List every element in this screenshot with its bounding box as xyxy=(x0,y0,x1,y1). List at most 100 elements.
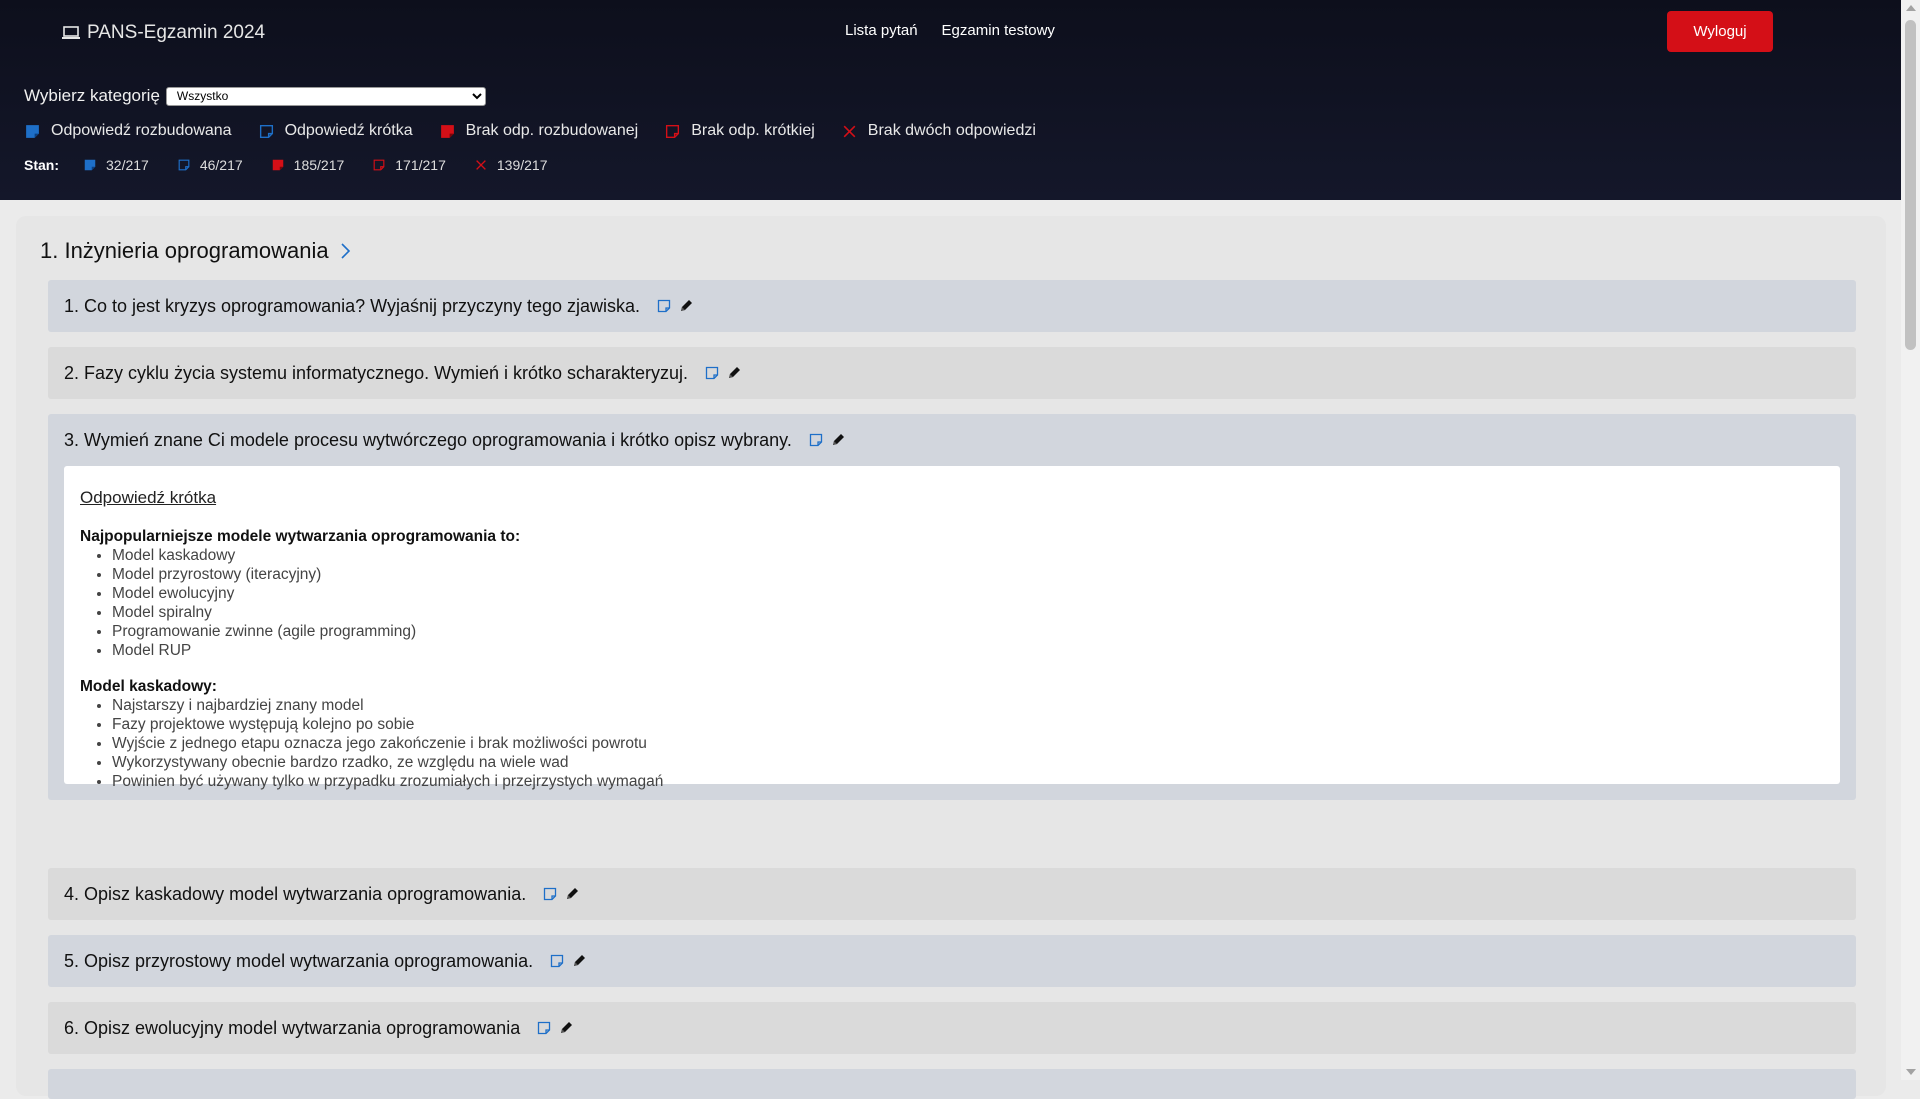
outline-blue-note-icon[interactable] xyxy=(808,432,824,448)
question-item: 2. Fazy cyklu życia systemu informatyczn… xyxy=(48,347,1856,399)
filled-red-note-icon xyxy=(439,123,456,140)
question-icons xyxy=(536,1020,574,1036)
outline-red-note-icon xyxy=(664,123,681,140)
question-header[interactable]: 2. Fazy cyklu życia systemu informatyczn… xyxy=(48,347,1856,399)
list-item: Najstarszy i najbardziej znany model xyxy=(112,696,1824,715)
answer-list: Najstarszy i najbardziej znany model Faz… xyxy=(80,696,1824,791)
top-navbar: PANS-Egzamin 2024 Lista pytań Egzamin te… xyxy=(0,0,1901,200)
legend-label: Brak odp. krótkiej xyxy=(691,122,815,139)
outline-blue-note-icon[interactable] xyxy=(704,365,720,381)
question-header[interactable]: 5. Opisz przyrostowy model wytwarzania o… xyxy=(48,935,1856,987)
page-scrollbar[interactable] xyxy=(1901,0,1920,1080)
main-nav: Lista pytań Egzamin testowy xyxy=(845,22,1055,39)
outline-blue-note-icon xyxy=(177,158,191,172)
status-missing-both: 139/217 xyxy=(474,157,548,173)
section-title: 1. Inżynieria oprogramowania xyxy=(40,238,329,263)
question-list-panel: 1. Inżynieria oprogramowania 1. Co to je… xyxy=(16,216,1886,1099)
question-text: 6. Opisz ewolucyjny model wytwarzania op… xyxy=(64,1017,521,1038)
list-item: Model przyrostowy (iteracyjny) xyxy=(112,565,1824,584)
question-item: 5. Opisz przyrostowy model wytwarzania o… xyxy=(48,935,1856,987)
status-value: 32/217 xyxy=(106,157,149,173)
red-x-icon xyxy=(841,123,858,140)
list-item: Powinien być używany tylko w przypadku z… xyxy=(112,772,1824,791)
outline-blue-note-icon[interactable] xyxy=(656,298,672,314)
filled-blue-note-icon xyxy=(24,123,41,140)
answer-title[interactable]: Odpowiedź krótka xyxy=(80,488,1824,508)
status-extended: 32/217 xyxy=(83,157,149,173)
legend-item-missing-short: Brak odp. krótkiej xyxy=(664,122,815,140)
legend-item-missing-extended: Brak odp. rozbudowanej xyxy=(439,122,639,140)
outline-blue-note-icon xyxy=(258,123,275,140)
question-icons xyxy=(549,953,587,969)
legend-item-short: Odpowiedź krótka xyxy=(258,122,413,140)
outline-blue-note-icon[interactable] xyxy=(536,1020,552,1036)
status-value: 139/217 xyxy=(496,157,548,173)
category-filter: Wybierz kategorię Wszystko xyxy=(24,86,486,106)
scrollbar-thumb[interactable] xyxy=(1905,20,1916,350)
question-text: 3. Wymień znane Ci modele procesu wytwór… xyxy=(64,429,792,450)
question-item: 4. Opisz kaskadowy model wytwarzania opr… xyxy=(48,868,1856,920)
list-item: Model RUP xyxy=(112,641,1824,660)
pencil-icon[interactable] xyxy=(726,365,742,381)
question-icons xyxy=(704,365,742,381)
list-item: Programowanie zwinne (agile programming) xyxy=(112,622,1824,641)
scroll-up-icon[interactable] xyxy=(1906,5,1916,11)
brand[interactable]: PANS-Egzamin 2024 xyxy=(61,21,265,45)
legend-label: Brak odp. rozbudowanej xyxy=(465,122,639,139)
list-item: Model kaskadowy xyxy=(112,546,1824,565)
status-bar: Stan: 32/217 46/217 185/217 171/217 139/… xyxy=(24,157,547,173)
logout-button[interactable]: Wyloguj xyxy=(1667,11,1773,52)
answer-heading: Model kaskadowy: xyxy=(80,678,217,695)
list-item: Model ewolucyjny xyxy=(112,584,1824,603)
question-icons xyxy=(808,432,846,448)
question-icons xyxy=(656,298,694,314)
legend-label: Odpowiedź rozbudowana xyxy=(51,122,232,139)
legend-label: Odpowiedź krótka xyxy=(284,122,413,139)
status-value: 185/217 xyxy=(293,157,345,173)
answer-heading: Najpopularniejsze modele wytwarzania opr… xyxy=(80,528,521,545)
status-short: 46/217 xyxy=(177,157,243,173)
question-header[interactable]: 4. Opisz kaskadowy model wytwarzania opr… xyxy=(48,868,1856,920)
question-header[interactable]: 1. Co to jest kryzys oprogramowania? Wyj… xyxy=(48,280,1856,332)
status-value: 171/217 xyxy=(395,157,446,173)
list-item: Wyjście z jednego etapu oznacza jego zak… xyxy=(112,734,1824,753)
category-label: Wybierz kategorię xyxy=(24,86,160,105)
list-item: Wykorzystywany obecnie bardzo rzadko, ze… xyxy=(112,753,1824,772)
question-item: 6. Opisz ewolucyjny model wytwarzania op… xyxy=(48,1002,1856,1054)
status-value: 46/217 xyxy=(199,157,243,173)
nav-test-exam[interactable]: Egzamin testowy xyxy=(942,22,1055,39)
question-text: 5. Opisz przyrostowy model wytwarzania o… xyxy=(64,950,534,971)
question-item[interactable] xyxy=(48,1069,1856,1099)
brand-name: PANS-Egzamin 2024 xyxy=(87,22,266,43)
pencil-icon[interactable] xyxy=(558,1020,574,1036)
nav-question-list[interactable]: Lista pytań xyxy=(845,22,918,39)
status-label: Stan: xyxy=(24,157,59,173)
laptop-icon xyxy=(62,26,80,39)
question-header[interactable]: 3. Wymień znane Ci modele procesu wytwór… xyxy=(48,414,1856,466)
question-icons xyxy=(542,886,580,902)
legend-item-extended: Odpowiedź rozbudowana xyxy=(24,122,232,140)
question-text: 1. Co to jest kryzys oprogramowania? Wyj… xyxy=(64,295,641,316)
outline-blue-note-icon[interactable] xyxy=(549,953,565,969)
question-item-expanded: 3. Wymień znane Ci modele procesu wytwór… xyxy=(48,414,1856,800)
list-item: Fazy projektowe występują kolejno po sob… xyxy=(112,715,1824,734)
legend-item-missing-both: Brak dwóch odpowiedzi xyxy=(841,122,1036,140)
pencil-icon[interactable] xyxy=(830,432,846,448)
question-header[interactable]: 6. Opisz ewolucyjny model wytwarzania op… xyxy=(48,1002,1856,1054)
outline-blue-note-icon[interactable] xyxy=(542,886,558,902)
filled-blue-note-icon xyxy=(83,158,97,172)
outline-red-note-icon xyxy=(372,158,386,172)
status-missing-extended: 185/217 xyxy=(271,157,345,173)
red-x-icon xyxy=(474,158,488,172)
pencil-icon[interactable] xyxy=(678,298,694,314)
legend: Odpowiedź rozbudowana Odpowiedź krótka B… xyxy=(24,122,1036,140)
pencil-icon[interactable] xyxy=(564,886,580,902)
answer-list: Model kaskadowy Model przyrostowy (itera… xyxy=(80,546,1824,660)
chevron-right-icon[interactable] xyxy=(339,242,351,260)
scroll-down-icon[interactable] xyxy=(1906,1069,1916,1075)
question-item: 1. Co to jest kryzys oprogramowania? Wyj… xyxy=(48,280,1856,332)
category-select[interactable]: Wszystko xyxy=(165,86,486,106)
section-header[interactable]: 1. Inżynieria oprogramowania xyxy=(40,238,351,264)
answer-panel: Odpowiedź krótka Najpopularniejsze model… xyxy=(64,466,1840,790)
pencil-icon[interactable] xyxy=(571,953,587,969)
